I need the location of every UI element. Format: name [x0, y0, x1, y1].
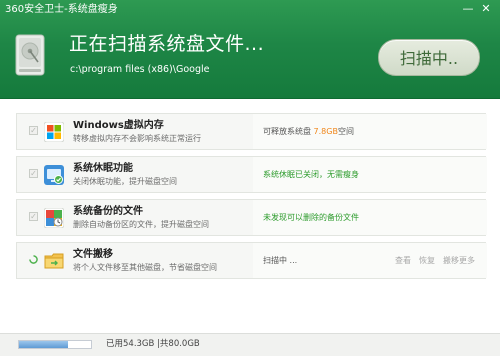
item-title: Windows虚拟内存 — [73, 120, 164, 131]
hard-disk-icon — [15, 34, 45, 76]
restore-link[interactable]: 恢复 — [419, 255, 435, 267]
list-item[interactable]: 文件搬移 将个人文件移至其他磁盘，节省磁盘空间 扫描中 ... 查看 恢复 搬移… — [16, 242, 487, 279]
list-item[interactable]: ✓ Windows虚拟内存 转移虚拟内存不会影响系统正常运行 可释放系统盘 7.… — [16, 113, 487, 150]
move-more-link[interactable]: 搬移更多 — [443, 255, 475, 267]
item-checkbox[interactable]: ✓ — [29, 169, 38, 178]
hibernate-icon — [44, 165, 64, 185]
item-title: 系统备份的文件 — [73, 206, 143, 217]
list-item[interactable]: ✓ 系统休眠功能 关闭休眠功能，提升磁盘空间 系统休眠已关闭，无需瘦身 — [16, 156, 487, 193]
item-status: 未发现可以删除的备份文件 — [263, 213, 359, 222]
header-banner: 360安全卫士-系统盘瘦身 — ✕ 正在扫描系统盘文件... c:\progra… — [0, 0, 500, 99]
item-description: 将个人文件移至其他磁盘，节省磁盘空间 — [73, 263, 217, 272]
item-description: 关闭休眠功能，提升磁盘空间 — [73, 177, 177, 186]
status-highlight: 7.8GB — [313, 127, 338, 136]
status-text: 可释放系统盘 — [263, 127, 314, 136]
item-actions: 查看 恢复 搬移更多 — [395, 255, 475, 267]
list-item[interactable]: ✓ 系统备份的文件 删除自动备份区的文件，提升磁盘空间 未发现可以删除的备份文件 — [16, 199, 487, 236]
scan-button[interactable]: 扫描中.. — [378, 39, 480, 76]
item-description: 转移虚拟内存不会影响系统正常运行 — [73, 134, 201, 143]
folder-icon — [44, 251, 64, 271]
item-description: 删除自动备份区的文件，提升磁盘空间 — [73, 220, 209, 229]
minimize-button[interactable]: — — [460, 2, 476, 16]
close-button[interactable]: ✕ — [478, 2, 494, 16]
window-title: 360安全卫士-系统盘瘦身 — [5, 4, 118, 15]
backup-icon — [43, 207, 65, 229]
window-controls: — ✕ — [460, 2, 494, 16]
item-checkbox[interactable]: ✓ — [29, 126, 38, 135]
item-checkbox[interactable]: ✓ — [29, 212, 38, 221]
disk-usage-text: 已用54.3GB |共80.0GB — [106, 339, 200, 349]
cleanup-list: ✓ Windows虚拟内存 转移虚拟内存不会影响系统正常运行 可释放系统盘 7.… — [16, 113, 487, 285]
item-status: 可释放系统盘 7.8GB空间 — [263, 126, 354, 138]
item-title: 系统休眠功能 — [73, 163, 133, 174]
disk-usage-bar — [18, 340, 92, 349]
item-status: 系统休眠已关闭，无需瘦身 — [263, 170, 359, 179]
status-suffix: 空间 — [337, 127, 354, 136]
view-link[interactable]: 查看 — [395, 255, 411, 267]
loading-spinner-icon — [29, 255, 38, 264]
scan-path: c:\program files (x86)\Google — [70, 64, 210, 75]
disk-usage-fill — [19, 341, 68, 348]
scan-title: 正在扫描系统盘文件... — [69, 33, 265, 55]
item-status: 扫描中 ... — [263, 256, 298, 265]
item-title: 文件搬移 — [73, 249, 113, 260]
windows-icon — [43, 121, 65, 143]
